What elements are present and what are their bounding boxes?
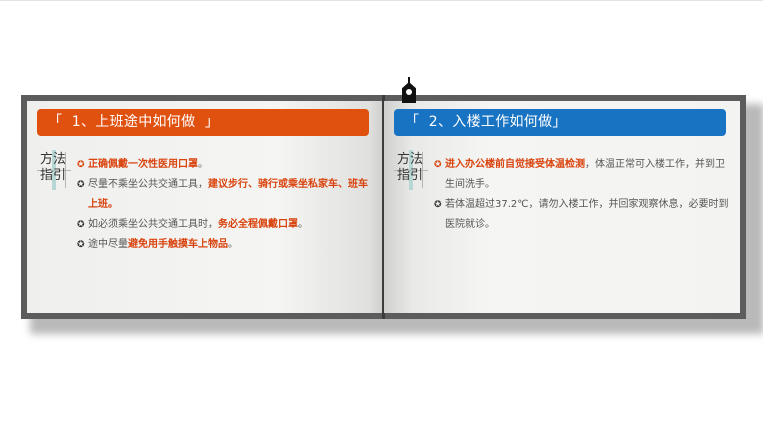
gear-bullet-icon: ✪ xyxy=(434,200,442,210)
item-text-tail: 。 xyxy=(298,219,308,230)
list-item: ✪ 正确佩戴一次性医用口罩。 xyxy=(77,155,377,175)
gear-bullet-icon: ✪ xyxy=(77,220,85,230)
item-text: 若体温超过37.2℃，请勿入楼工作，并回家观察休息，必要时到医院就诊。 xyxy=(445,199,729,230)
list-item: ✪ 尽量不乘坐公共交通工具，建议步行、骑行或乘坐私家车、班车上班。 xyxy=(77,175,377,215)
list-item: ✪ 途中尽量避免用手触摸车上物品。 xyxy=(77,235,377,255)
tag-line-1: 方法 xyxy=(40,152,67,167)
tag-line-1: 方法 xyxy=(397,152,424,167)
right-guide-list: ✪ 进入办公楼前自觉接受体温检测，体温正常可入楼工作，并到卫生间洗手。 ✪ 若体温超… xyxy=(434,155,734,235)
tag-line-2: 指引 xyxy=(40,168,67,183)
tag-text: 方法 指引 xyxy=(397,152,431,184)
item-highlight: 进入办公楼前自觉接受体温检测 xyxy=(445,159,585,170)
tag-line-2: 指引 xyxy=(397,168,424,183)
top-divider xyxy=(0,0,763,1)
tag-text: 方法 指引 xyxy=(40,152,74,184)
gear-bullet-icon: ✪ xyxy=(434,160,442,170)
gear-bullet-icon: ✪ xyxy=(77,180,85,190)
left-page: 「 1、上班途中如何做 」 方法 指引 ✪ 正确佩戴一次性医用口罩。 ✪ 尽量不乘坐… xyxy=(27,101,383,313)
gear-bullet-icon: ✪ xyxy=(77,160,85,170)
item-highlight: 避免用手触摸车上物品 xyxy=(128,239,228,250)
gear-bullet-icon: ✪ xyxy=(77,240,85,250)
open-book: 「 1、上班途中如何做 」 方法 指引 ✪ 正确佩戴一次性医用口罩。 ✪ 尽量不乘坐… xyxy=(21,95,746,319)
item-highlight: 务必全程佩戴口罩 xyxy=(218,219,298,230)
item-text-tail: 。 xyxy=(198,159,208,170)
clip-hole xyxy=(406,89,412,95)
item-text-tail: 。 xyxy=(228,239,238,250)
item-text: 途中尽量 xyxy=(88,239,128,250)
list-item: ✪ 若体温超过37.2℃，请勿入楼工作，并回家观察休息，必要时到医院就诊。 xyxy=(434,195,734,235)
item-highlight: 正确佩戴一次性医用口罩 xyxy=(88,159,198,170)
left-method-tag: 方法 指引 xyxy=(37,150,71,190)
item-text: 如必须乘坐公共交通工具时， xyxy=(88,219,218,230)
bookmark-clip-icon xyxy=(402,77,416,103)
item-text: 尽量不乘坐公共交通工具， xyxy=(88,179,208,190)
left-guide-list: ✪ 正确佩戴一次性医用口罩。 ✪ 尽量不乘坐公共交通工具，建议步行、骑行或乘坐私家车… xyxy=(77,155,377,255)
right-page: 「 2、入楼工作如何做」 方法 指引 ✪ 进入办公楼前自觉接受体温检测，体温正常可… xyxy=(384,101,740,313)
left-section-header: 「 1、上班途中如何做 」 xyxy=(37,109,369,136)
list-item: ✪ 如必须乘坐公共交通工具时，务必全程佩戴口罩。 xyxy=(77,215,377,235)
right-section-header: 「 2、入楼工作如何做」 xyxy=(394,109,726,136)
right-method-tag: 方法 指引 xyxy=(394,150,428,190)
list-item: ✪ 进入办公楼前自觉接受体温检测，体温正常可入楼工作，并到卫生间洗手。 xyxy=(434,155,734,195)
